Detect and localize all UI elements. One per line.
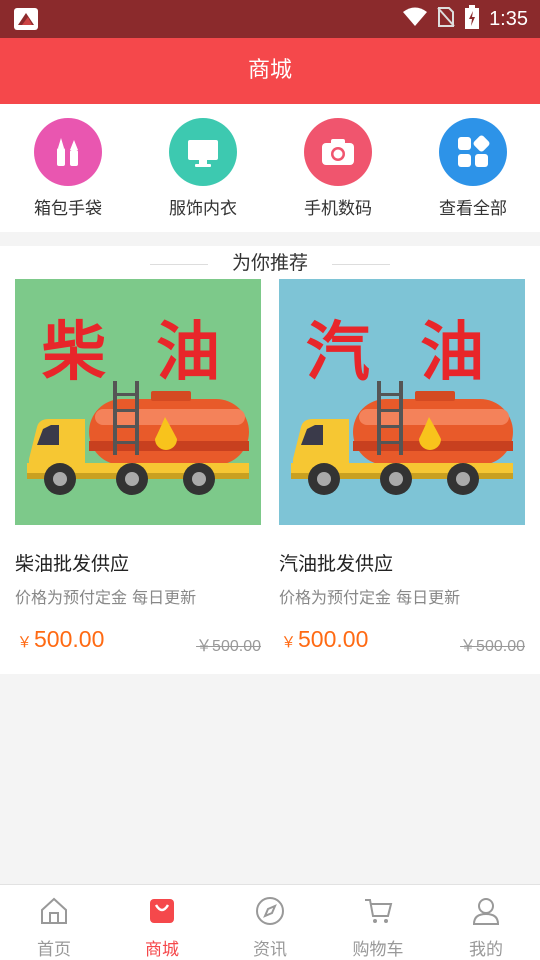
category-label: 手机数码 — [304, 199, 372, 219]
camera-icon — [304, 118, 372, 186]
nav-cart[interactable]: 购物车 — [324, 885, 432, 960]
page-title: 商城 — [0, 38, 540, 104]
no-sim-icon — [437, 6, 455, 32]
tanker-truck-icon — [291, 381, 513, 495]
monitor-icon — [169, 118, 237, 186]
status-time: 1:35 — [489, 7, 528, 30]
product-desc: 价格为预付定金 每日更新 — [279, 588, 461, 607]
product-price: ￥500.00 — [17, 626, 104, 653]
nav-label: 我的 — [469, 940, 503, 960]
currency-symbol: ￥ — [281, 634, 297, 651]
nav-mall[interactable]: 商城 — [108, 885, 216, 960]
price-value: 500.00 — [34, 626, 105, 652]
category-bar: 箱包手袋 服饰内衣 手机数码 查看全部 — [0, 104, 540, 232]
nav-label: 商城 — [145, 940, 179, 960]
makeup-icon — [34, 118, 102, 186]
user-icon — [472, 898, 500, 925]
product-image[interactable]: 柴 油 — [15, 279, 261, 525]
nav-home[interactable]: 首页 — [0, 885, 108, 960]
product-name[interactable]: 柴油批发供应 — [15, 549, 261, 576]
recommend-header: 为你推荐 — [0, 246, 540, 278]
nav-news[interactable]: 资讯 — [216, 885, 324, 960]
product-card-gasoline[interactable]: 汽 油 汽油批发供应 价格为预付定金 每日更新 ￥500.00 ￥500.00 — [279, 279, 525, 656]
category-bags[interactable]: 箱包手袋 — [8, 118, 128, 219]
product-image[interactable]: 汽 油 — [279, 279, 525, 525]
original-price: ￥500.00 — [460, 638, 525, 655]
home-icon — [41, 897, 67, 924]
recommend-section: 为你推荐 柴 油 柴油批发供应 价格为预付定金 每日更新 ￥500.00 ￥50… — [0, 246, 540, 674]
status-bar: 1:35 — [0, 0, 540, 38]
price-row: ￥500.00 ￥500.00 — [15, 626, 261, 656]
product-price: ￥500.00 — [281, 626, 368, 653]
app-notification-icon — [14, 8, 38, 30]
price-row: ￥500.00 ￥500.00 — [279, 626, 525, 656]
product-desc: 价格为预付定金 每日更新 — [15, 588, 197, 607]
product-name[interactable]: 汽油批发供应 — [279, 549, 525, 576]
category-all[interactable]: 查看全部 — [413, 118, 533, 219]
category-clothing[interactable]: 服饰内衣 — [143, 118, 263, 219]
battery-charging-icon — [465, 5, 480, 33]
cart-icon — [365, 899, 393, 923]
grid-icon — [439, 118, 507, 186]
recommend-title: 为你推荐 — [231, 252, 308, 274]
shopping-bag-icon — [150, 899, 174, 923]
category-digital[interactable]: 手机数码 — [278, 118, 398, 219]
tanker-truck-icon — [27, 381, 249, 495]
original-price: ￥500.00 — [196, 638, 261, 655]
nav-label: 资讯 — [253, 940, 287, 960]
divider — [332, 264, 390, 265]
currency-symbol: ￥ — [17, 634, 33, 651]
bottom-nav: 首页 商城 资讯 购物车 我的 — [0, 884, 540, 960]
category-label: 箱包手袋 — [34, 199, 102, 219]
price-value: 500.00 — [298, 626, 369, 652]
category-label: 服饰内衣 — [169, 199, 237, 219]
wifi-icon — [403, 7, 428, 31]
category-label: 查看全部 — [439, 199, 507, 219]
compass-icon — [256, 897, 284, 925]
nav-label: 首页 — [37, 940, 71, 960]
nav-label: 购物车 — [352, 940, 404, 960]
nav-profile[interactable]: 我的 — [432, 885, 540, 960]
product-card-diesel[interactable]: 柴 油 柴油批发供应 价格为预付定金 每日更新 ￥500.00 ￥500.00 — [15, 279, 261, 656]
